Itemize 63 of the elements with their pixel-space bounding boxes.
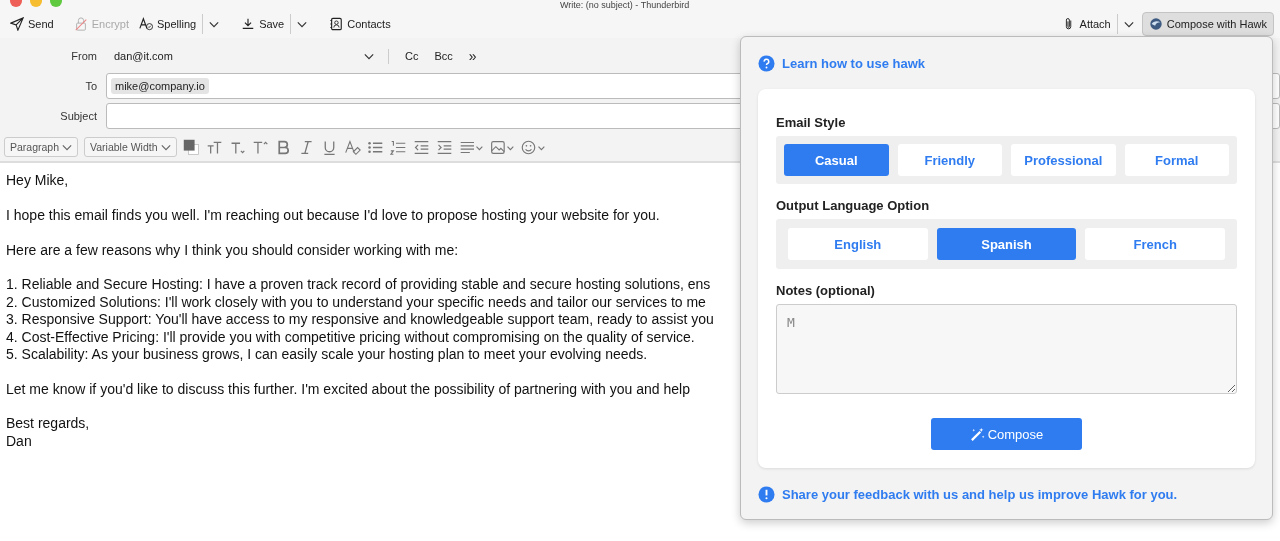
chevron-down-icon xyxy=(160,143,171,151)
text-color-picker-icon[interactable] xyxy=(182,138,200,156)
subject-label: Subject xyxy=(59,110,98,122)
spelling-icon xyxy=(139,17,153,31)
recipient-pill[interactable]: mike@company.io xyxy=(111,78,209,94)
body-text-line: Hey Mike, xyxy=(6,172,69,188)
numbered-list-icon[interactable] xyxy=(389,138,407,156)
language-option[interactable]: Spanish xyxy=(936,228,1077,260)
outdent-icon[interactable] xyxy=(412,138,430,156)
style-option[interactable]: Friendly xyxy=(897,144,1002,176)
compose-button[interactable]: Compose xyxy=(931,418,1082,450)
clear-formatting-icon[interactable] xyxy=(343,138,361,156)
toolbar-button[interactable]: Save xyxy=(237,12,289,36)
section-heading: Notes (optional) xyxy=(776,283,876,298)
chevron-down-icon xyxy=(297,20,308,28)
image-menu-icon[interactable] xyxy=(489,138,515,156)
style-option[interactable]: Professional xyxy=(1011,144,1116,176)
chevron-down-icon xyxy=(1123,20,1134,28)
language-option[interactable]: English xyxy=(788,228,928,260)
paragraph-format-select[interactable]: Paragraph xyxy=(4,137,79,157)
hawk-logo-icon xyxy=(1148,17,1163,31)
info-icon xyxy=(758,485,775,503)
help-link[interactable]: Learn how to use hawk xyxy=(782,55,926,71)
body-text-line: Dan xyxy=(6,432,32,449)
body-text-line: 4. Cost-Effective Pricing: I'll provide you with competitive pricing without compromising on the quality of service. xyxy=(6,328,695,345)
lock-icon xyxy=(73,17,88,31)
style-option[interactable]: Formal xyxy=(1124,144,1229,176)
to-label: To xyxy=(84,80,98,92)
language-option[interactable]: French xyxy=(1085,228,1225,260)
body-text-line: 2. Customized Solutions: I'll work closely with you to understand your specific needs and tailor our services to me xyxy=(6,293,706,310)
address-book-icon xyxy=(329,17,344,31)
emoji-menu-icon[interactable] xyxy=(520,138,546,156)
toolbar-button[interactable]: Compose with Hawk xyxy=(1141,12,1274,36)
body-text-line: Best regards, xyxy=(6,415,90,432)
window-title: Write: (no subject) - Thunderbird xyxy=(560,0,690,10)
section-heading: Output Language Option xyxy=(776,198,931,213)
more-fields-button[interactable]: » xyxy=(460,46,485,66)
bcc-button[interactable]: Bcc xyxy=(426,48,461,64)
body-text-line: 3. Responsive Support: You'll have access to my responsive and knowledgeable support team, ready to assist you xyxy=(6,311,714,328)
chevron-down-icon xyxy=(364,52,374,60)
body-text-line: Here are a few reasons why I think you should consider working with me: xyxy=(6,241,459,258)
toolbar-button[interactable]: Attach xyxy=(1057,12,1115,36)
from-select[interactable]: dan@it.com xyxy=(106,50,380,62)
send-icon xyxy=(10,17,24,31)
chevron-down-icon xyxy=(209,20,220,28)
indent-icon[interactable] xyxy=(435,138,453,156)
body-text-line: 5. Scalability: As your business grows, I can easily scale your hosting plan to meet your evolving needs. xyxy=(6,345,648,362)
help-icon xyxy=(758,54,775,72)
feedback-link[interactable]: Share your feedback with us and help us improve Hawk for you. xyxy=(782,486,1178,502)
toolbar-button[interactable]: Spelling xyxy=(135,12,201,36)
chevron-down-icon xyxy=(62,143,73,151)
toolbar-button[interactable]: Send xyxy=(6,12,58,36)
magic-wand-icon xyxy=(969,426,985,442)
style-option[interactable]: Casual xyxy=(784,144,889,176)
section-heading: Email Style xyxy=(776,115,847,130)
toolbar-button[interactable]: Contacts xyxy=(325,12,395,36)
download-icon xyxy=(241,17,256,31)
body-text-line: Let me know if you'd like to discuss this further. I'm excited about the possibility of partnering with you and help xyxy=(6,380,690,397)
font-select[interactable]: Variable Width xyxy=(84,137,177,157)
cc-button[interactable]: Cc xyxy=(397,48,427,64)
body-text-line: I hope this email finds you well. I'm reaching out because I'd love to propose hosting your website for you. xyxy=(6,206,660,223)
body-text-line: 1. Reliable and Secure Hosting: I have a proven track record of providing stable and secure hosting solutions, ens xyxy=(6,276,711,293)
from-label: From xyxy=(70,50,98,62)
